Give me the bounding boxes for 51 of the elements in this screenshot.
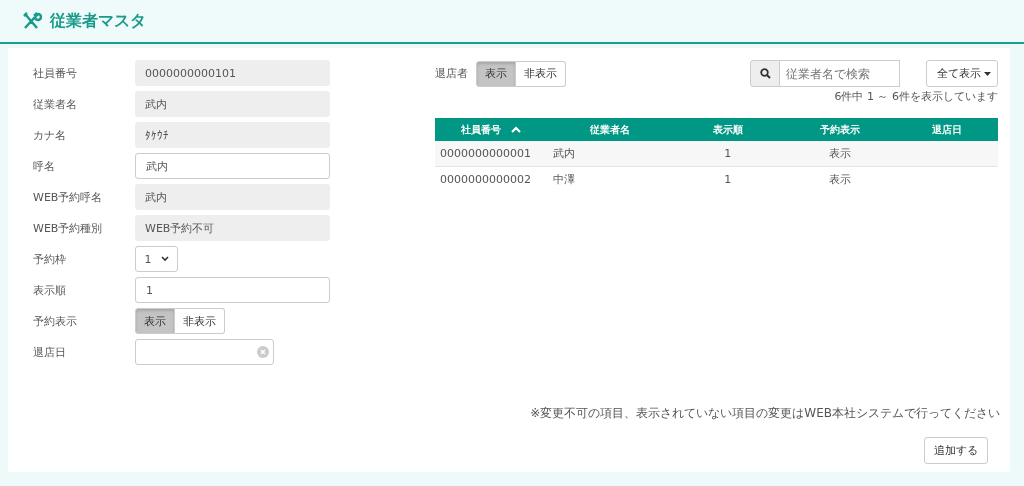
readonly-field: ﾀｹｳﾁ (135, 122, 330, 148)
input-field[interactable]: 1 (135, 277, 330, 303)
table-row[interactable]: 0000000000001 武内 1 表示 (435, 141, 998, 166)
field-label: WEB予約種別 (33, 220, 104, 236)
column-header[interactable]: 退店日 (896, 118, 998, 141)
table-cell-text: 0000000000001 (439, 147, 532, 160)
field-label: 従業者名 (33, 96, 78, 112)
readonly-field: WEB予約不可 (135, 215, 330, 241)
field-label: 予約枠 (33, 251, 67, 267)
column-header[interactable]: 従業者名 (547, 118, 672, 141)
readonly-field: 0000000000101 (135, 60, 330, 86)
table-cell-text: 武内 (551, 146, 576, 161)
input-field[interactable]: 武内 (135, 153, 330, 179)
chevron-down-icon (160, 256, 169, 262)
column-header[interactable]: 社員番号 (435, 118, 548, 141)
search-field[interactable]: 従業者名で検索 (780, 60, 900, 87)
field-label: 退店日 (33, 344, 67, 360)
table-cell-text: 表示 (828, 146, 853, 161)
wrench-screwdriver-icon (22, 12, 42, 30)
field-label: カナ名 (33, 127, 67, 143)
toggle-button[interactable]: 表示 (476, 60, 516, 87)
readonly-field: 武内 (135, 184, 330, 210)
search-button[interactable] (750, 60, 780, 87)
filter-label: 退店者 (435, 66, 468, 81)
table-cell-text: 中澤 (551, 171, 576, 187)
toggle-button[interactable]: 表示 (135, 308, 175, 334)
field-label: WEB予約呼名 (33, 189, 104, 205)
field-label: 呼名 (33, 158, 56, 174)
sort-up-icon (511, 126, 522, 133)
field-label: 社員番号 (33, 65, 78, 81)
table-cell-text: 表示 (828, 171, 853, 187)
record-count: 6件中 1 ～ 6件を表示しています (834, 89, 998, 104)
toggle-button[interactable]: 非表示 (175, 308, 225, 334)
toggle-button[interactable]: 非表示 (516, 60, 566, 87)
date-field[interactable] (135, 339, 274, 365)
table-cell-text: 1 (723, 147, 733, 160)
caret-icon (984, 71, 991, 76)
search-icon (759, 68, 771, 79)
readonly-field: 武内 (135, 91, 330, 117)
show-all-dropdown[interactable]: 全て表示 (926, 60, 998, 87)
clear-icon[interactable] (257, 346, 269, 358)
page-title: 従業者マスタ (50, 10, 146, 32)
table-cell-text: 0000000000002 (439, 172, 532, 186)
notice-text: ※変更不可の項目、表示されていない項目の変更はWEB本社システムで行ってください (530, 405, 1000, 422)
column-header[interactable]: 予約表示 (784, 118, 897, 141)
select-field[interactable]: 1 (135, 246, 178, 272)
field-label: 表示順 (33, 282, 67, 298)
table-cell-text: 1 (723, 172, 733, 186)
column-header[interactable]: 表示順 (671, 118, 785, 141)
field-label: 予約表示 (33, 313, 78, 329)
add-button[interactable]: 追加する (924, 437, 988, 464)
